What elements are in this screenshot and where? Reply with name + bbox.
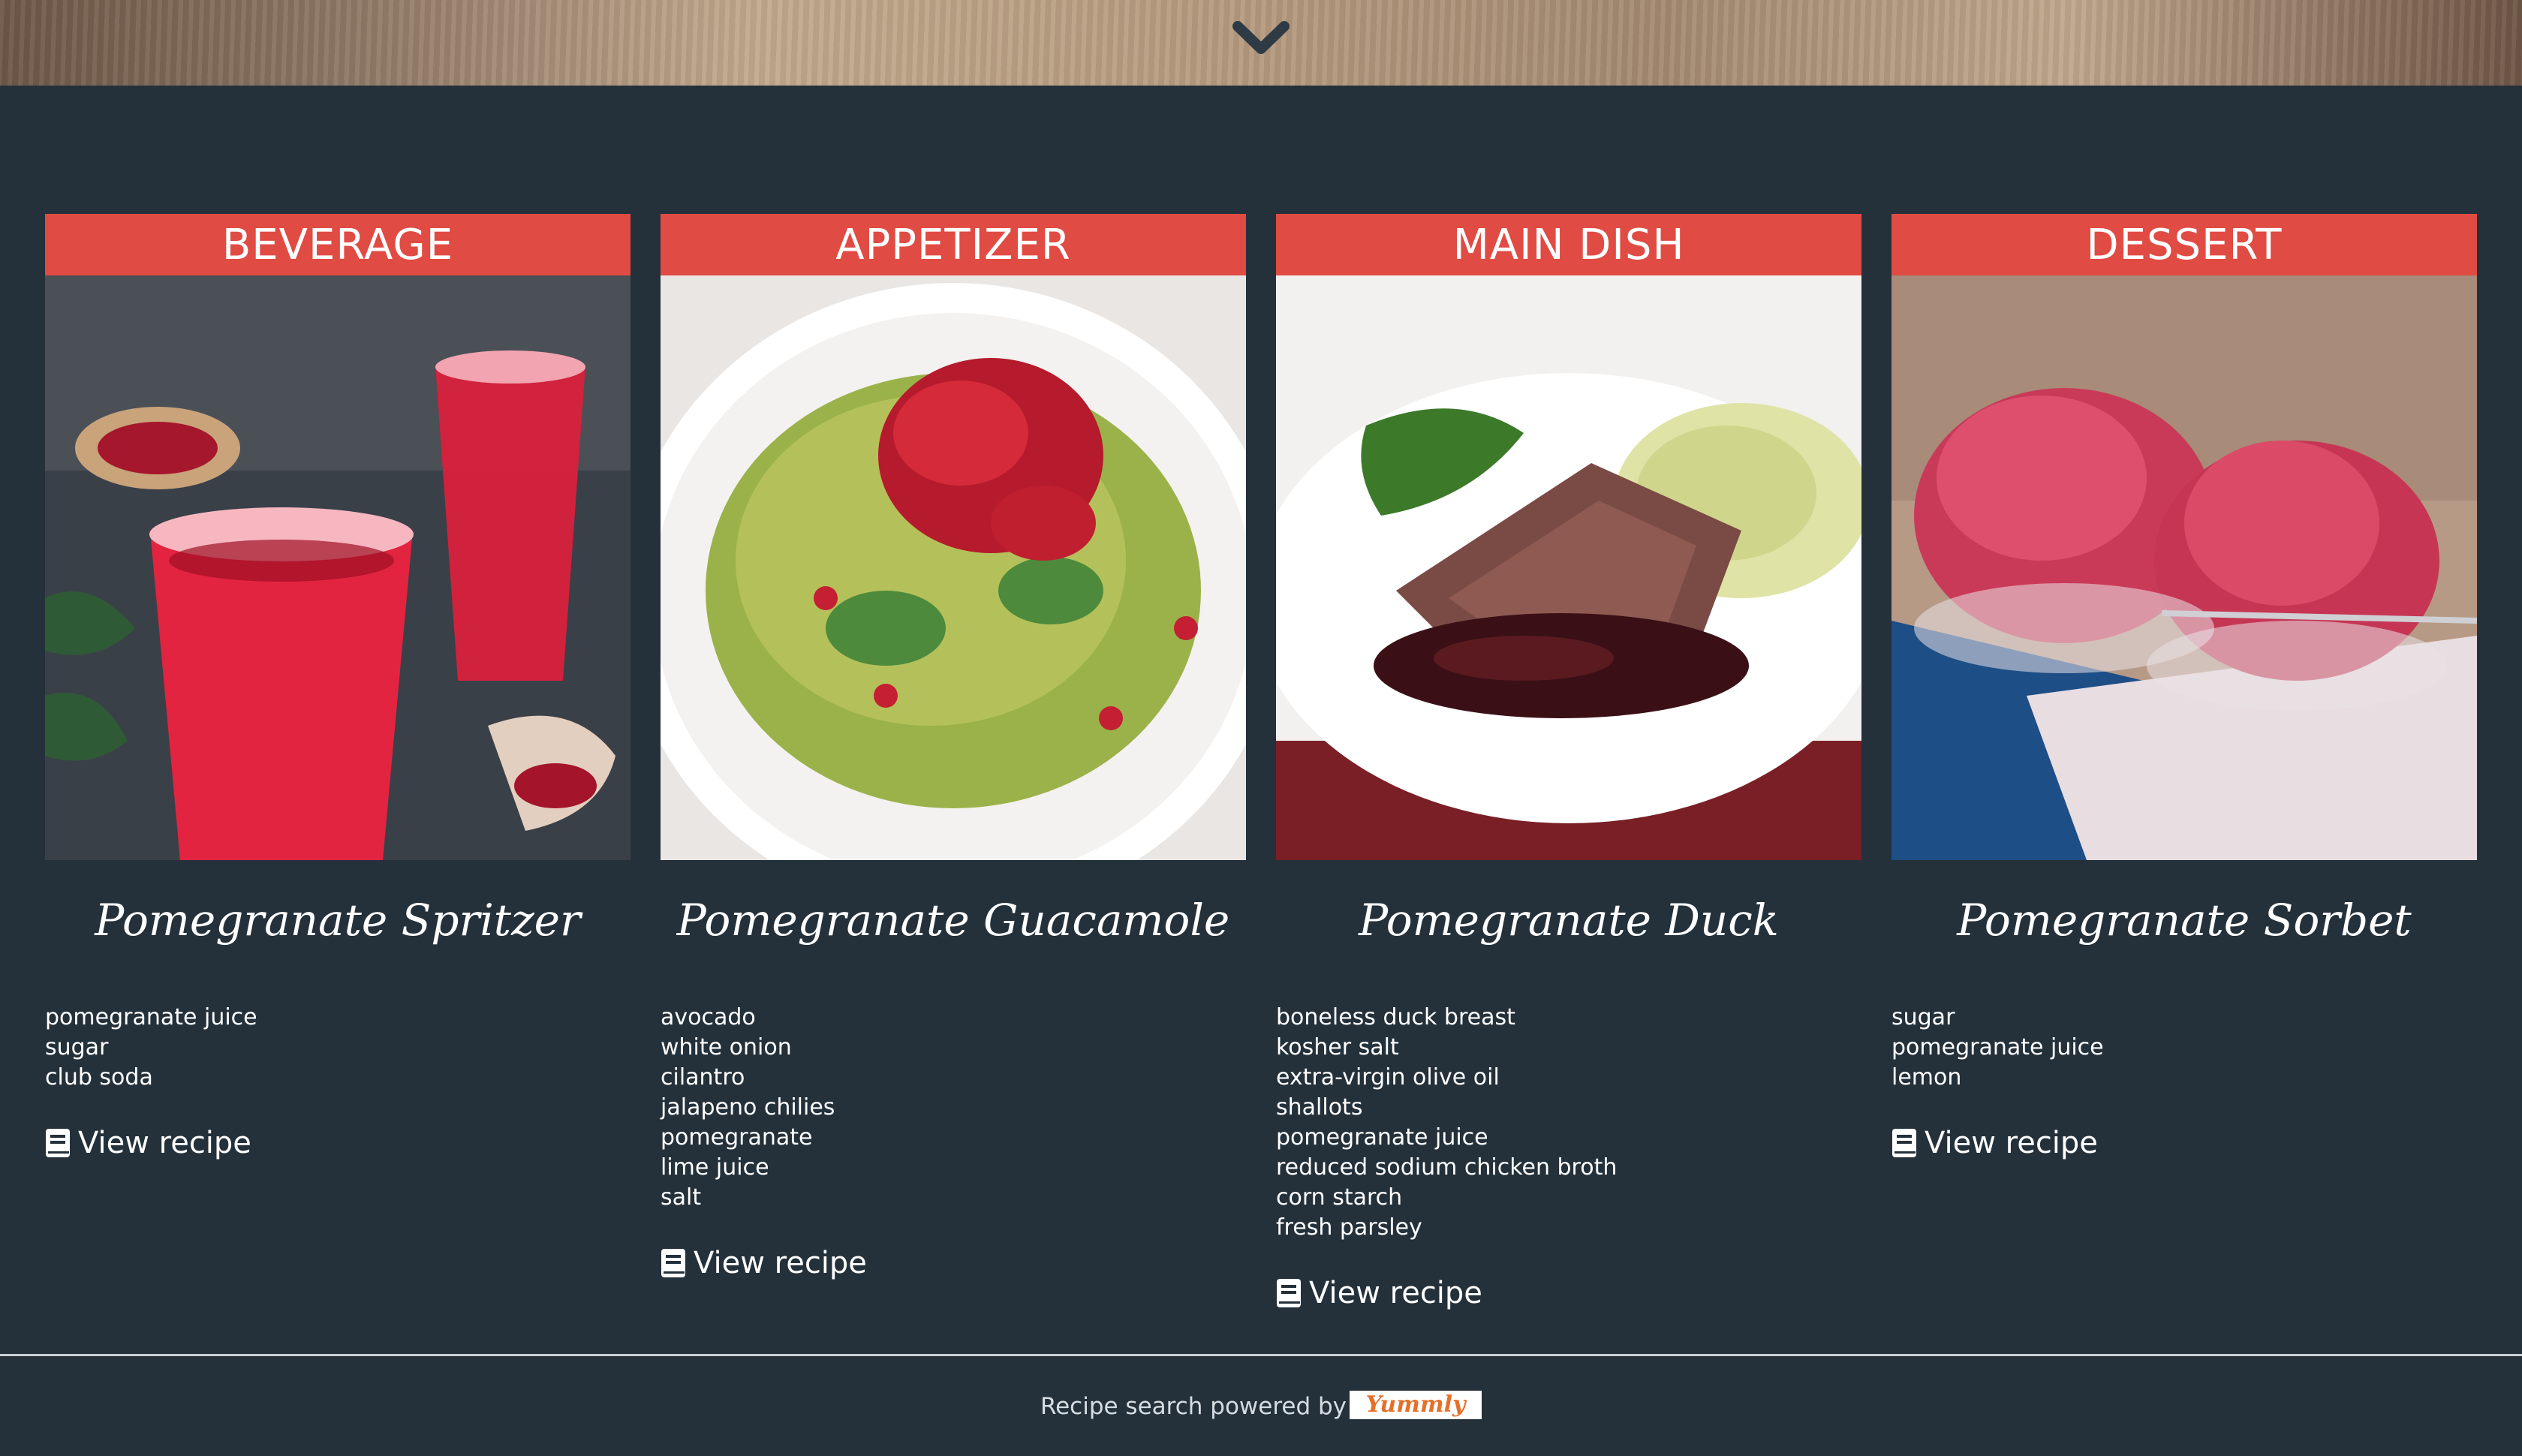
ingredient-item: shallots	[1276, 1094, 1363, 1121]
category-header: DESSERT	[1892, 214, 2477, 275]
view-recipe-label: View recipe	[694, 1246, 867, 1280]
footer-text: Recipe search powered by	[1040, 1392, 1347, 1420]
view-recipe-link[interactable]: View recipe	[661, 1246, 867, 1280]
category-header: BEVERAGE	[45, 214, 630, 275]
ingredient-item: corn starch	[1276, 1184, 1403, 1211]
recipe-title: Pomegranate Guacamole	[676, 895, 1230, 946]
ingredient-item: sugar	[45, 1034, 109, 1060]
recipe-card-dessert: DESSERT Pomegranate Sorbet sugar pomegra…	[1892, 214, 2477, 1161]
ingredient-item: white onion	[661, 1034, 792, 1060]
book-icon	[46, 1129, 70, 1157]
chevron-down-icon	[1232, 21, 1290, 54]
view-recipe-link[interactable]: View recipe	[45, 1126, 251, 1160]
ingredient-item: reduced sodium chicken broth	[1276, 1154, 1618, 1181]
ingredient-item: club soda	[45, 1064, 153, 1090]
ingredient-item: pomegranate juice	[45, 1004, 257, 1030]
ingredient-item: cilantro	[661, 1064, 745, 1090]
recipe-photo	[661, 275, 1246, 860]
ingredient-item: kosher salt	[1276, 1034, 1399, 1060]
recipe-photo	[1276, 275, 1861, 860]
yummly-logo-text: Yummly	[1365, 1391, 1466, 1418]
ingredient-item: sugar	[1892, 1004, 1955, 1030]
ingredient-item: pomegranate juice	[1892, 1034, 2104, 1060]
footer: Recipe search powered by Yummly	[0, 1356, 2522, 1456]
recipes-section: BEVERAGE Pomegranate Spritzer pomegranat…	[0, 86, 2522, 1354]
view-recipe-label: View recipe	[1309, 1276, 1482, 1310]
recipe-title: Pomegranate Spritzer	[95, 895, 581, 946]
ingredient-item: salt	[661, 1184, 702, 1211]
ingredient-item: lemon	[1892, 1064, 1962, 1090]
ingredient-item: jalapeno chilies	[661, 1094, 835, 1121]
ingredient-item: lime juice	[661, 1154, 769, 1181]
ingredient-item: avocado	[661, 1004, 756, 1030]
ingredient-list: sugar pomegranate juice lemon	[1892, 1003, 2477, 1093]
ingredient-item: fresh parsley	[1276, 1214, 1422, 1241]
book-icon	[1277, 1279, 1301, 1307]
recipe-photo	[45, 275, 630, 860]
ingredient-list: pomegranate juice sugar club soda	[45, 1003, 630, 1093]
category-header: MAIN DISH	[1276, 214, 1861, 275]
recipe-card-main-dish: MAIN DISH Pomegranate Duck boneless duck…	[1276, 214, 1861, 1311]
scroll-down-button[interactable]	[1229, 17, 1293, 62]
ingredient-list: boneless duck breast kosher salt extra-v…	[1276, 1003, 1861, 1243]
recipe-card-appetizer: APPETIZER Pomegranate Guacamole avocado …	[661, 214, 1246, 1281]
recipe-card-beverage: BEVERAGE Pomegranate Spritzer pomegranat…	[45, 214, 630, 1161]
yummly-logo[interactable]: Yummly	[1350, 1390, 1482, 1419]
ingredient-list: avocado white onion cilantro jalapeno ch…	[661, 1003, 1246, 1213]
recipe-title: Pomegranate Sorbet	[1957, 895, 2412, 946]
ingredient-item: pomegranate juice	[1276, 1124, 1488, 1151]
view-recipe-label: View recipe	[1925, 1126, 2098, 1160]
recipe-title: Pomegranate Duck	[1359, 895, 1779, 946]
view-recipe-link[interactable]: View recipe	[1892, 1126, 2098, 1160]
ingredient-item: pomegranate	[661, 1124, 813, 1151]
ingredient-item: extra-virgin olive oil	[1276, 1064, 1500, 1090]
view-recipe-link[interactable]: View recipe	[1276, 1276, 1482, 1310]
book-icon	[661, 1249, 685, 1277]
recipe-photo	[1892, 275, 2477, 860]
category-header: APPETIZER	[661, 214, 1246, 275]
ingredient-item: boneless duck breast	[1276, 1004, 1515, 1030]
book-icon	[1892, 1129, 1916, 1157]
view-recipe-label: View recipe	[78, 1126, 251, 1160]
